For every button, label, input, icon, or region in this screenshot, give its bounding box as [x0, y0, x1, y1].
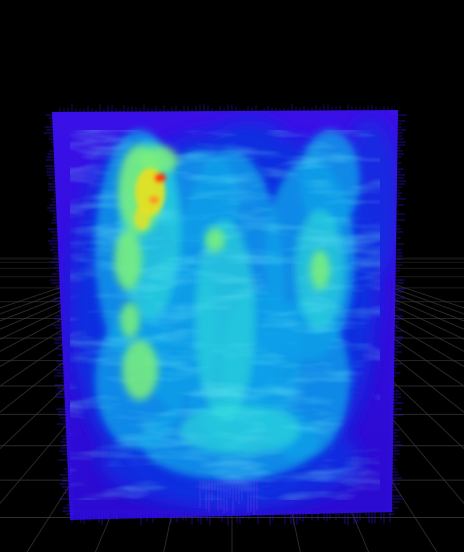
volume-blob	[149, 196, 159, 204]
volume-blob	[154, 173, 166, 183]
volume-blob	[114, 230, 142, 290]
volume-wisps	[70, 130, 380, 500]
fluid-volume[interactable]	[0, 0, 464, 552]
volume-blob	[120, 302, 140, 338]
volume-blob	[134, 206, 150, 230]
volume-blob	[310, 250, 330, 290]
3d-viewport[interactable]	[0, 0, 464, 552]
volume-blob	[122, 340, 158, 400]
volume-blob	[205, 228, 225, 252]
